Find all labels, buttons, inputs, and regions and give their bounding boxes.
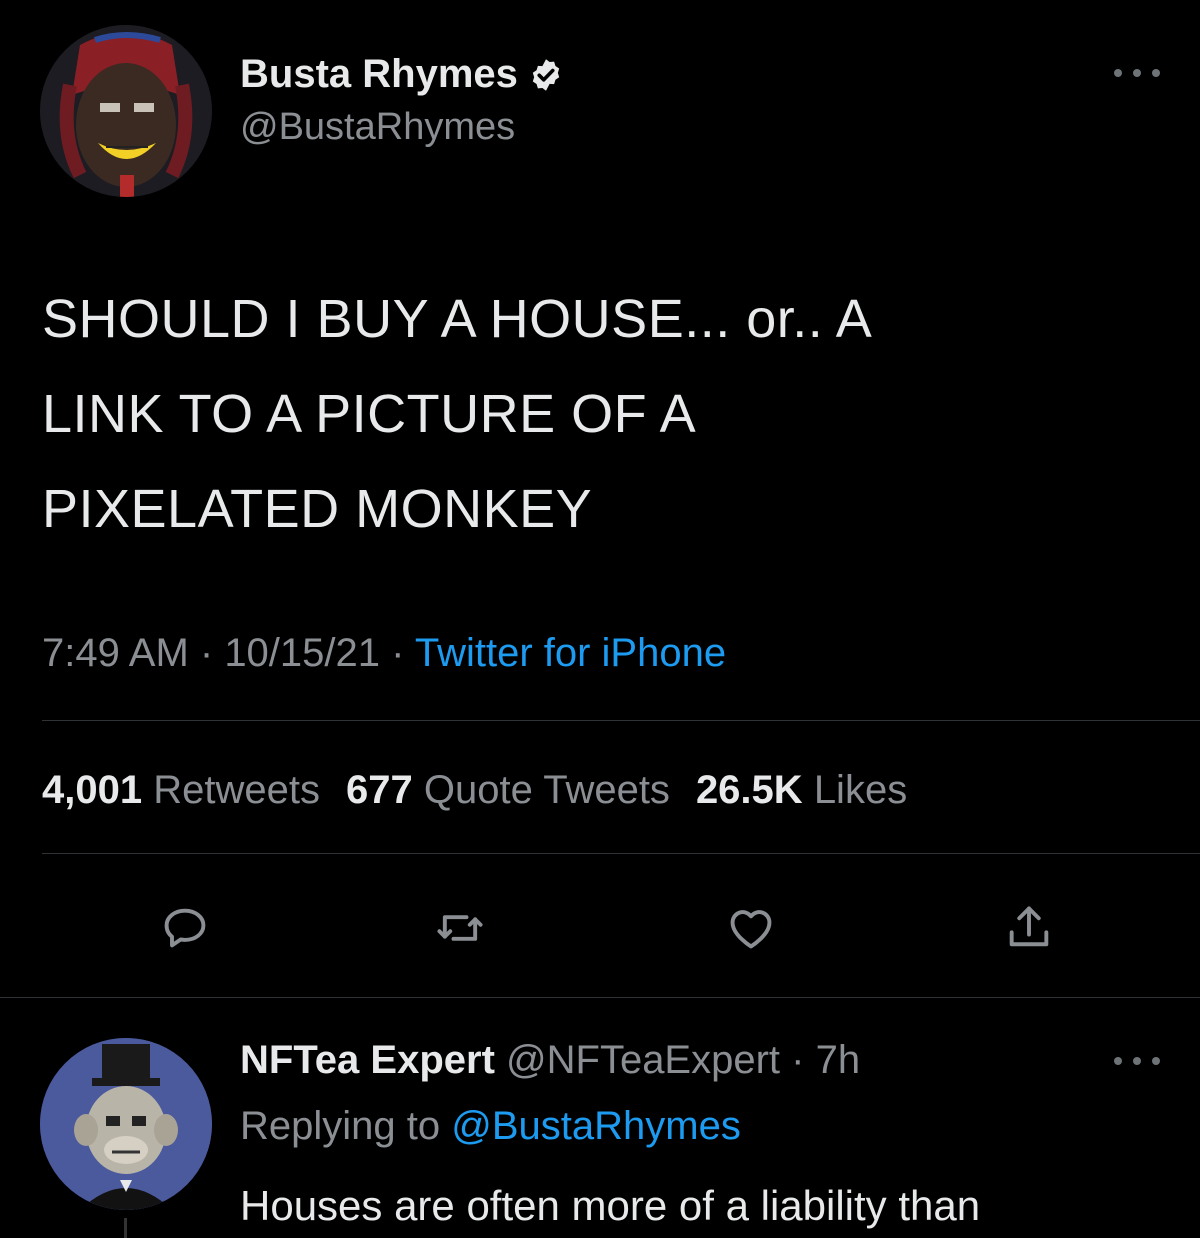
retweet-icon[interactable] bbox=[425, 893, 495, 963]
author-info: Busta Rhymes @BustaRhymes bbox=[240, 50, 564, 150]
reply-separator: · bbox=[780, 1038, 816, 1082]
thread-line bbox=[124, 1218, 127, 1238]
replying-to-mention[interactable]: @BustaRhymes bbox=[451, 1104, 741, 1148]
more-dot bbox=[1114, 1057, 1122, 1065]
reply-body: Houses are often more of a liability tha… bbox=[240, 1182, 981, 1229]
more-dot bbox=[1133, 1057, 1141, 1065]
tweet-date[interactable]: 10/15/21 bbox=[224, 631, 380, 675]
tweet-source-link[interactable]: Twitter for iPhone bbox=[415, 631, 726, 675]
avatar-illustration bbox=[40, 25, 212, 197]
main-tweet: Busta Rhymes @BustaRhymes SHOULD I BUY A… bbox=[0, 0, 1200, 1000]
likes-label: Likes bbox=[813, 768, 908, 812]
meta-separator: · bbox=[188, 631, 225, 675]
quote-tweets-count: 677 bbox=[345, 768, 413, 812]
likes-count: 26.5K bbox=[695, 768, 803, 812]
quote-tweets-stat[interactable]: 677 Quote Tweets bbox=[346, 768, 670, 812]
more-dot bbox=[1114, 69, 1122, 77]
more-dot bbox=[1152, 69, 1160, 77]
verified-badge-icon bbox=[528, 56, 564, 92]
reply-age[interactable]: 7h bbox=[816, 1038, 861, 1082]
reply-header: NFTea Expert @NFTeaExpert · 7h bbox=[240, 1034, 860, 1086]
heart-icon[interactable] bbox=[716, 893, 786, 963]
ape-avatar-illustration bbox=[40, 1038, 212, 1210]
more-icon[interactable] bbox=[1114, 66, 1160, 80]
retweets-count: 4,001 bbox=[42, 768, 143, 812]
tweet-body: SHOULD I BUY A HOUSE... or.. A LINK TO A… bbox=[42, 289, 873, 539]
likes-stat[interactable]: 26.5K Likes bbox=[696, 768, 907, 812]
tweet-metadata: 7:49 AM · 10/15/21 · Twitter for iPhone bbox=[42, 625, 726, 681]
more-icon[interactable] bbox=[1114, 1054, 1160, 1068]
retweets-label: Retweets bbox=[153, 768, 320, 812]
more-dot bbox=[1152, 1057, 1160, 1065]
retweets-stat[interactable]: 4,001 Retweets bbox=[42, 768, 320, 812]
meta-separator: · bbox=[380, 631, 415, 675]
reply-author-name[interactable]: NFTea Expert bbox=[240, 1038, 495, 1082]
share-icon[interactable] bbox=[994, 893, 1064, 963]
tweet-stats: 4,001 Retweets 677 Quote Tweets 26.5K Like… bbox=[42, 762, 907, 818]
reply-tweet[interactable]: NFTea Expert @NFTeaExpert · 7h Replying … bbox=[0, 998, 1200, 1238]
tweet-actions bbox=[0, 893, 1200, 963]
divider bbox=[42, 720, 1200, 721]
replying-prefix: Replying to bbox=[240, 1104, 452, 1148]
reply-icon[interactable] bbox=[150, 893, 220, 963]
more-dot bbox=[1133, 69, 1141, 77]
author-display-name[interactable]: Busta Rhymes bbox=[240, 50, 518, 98]
nftea-expert-avatar[interactable] bbox=[40, 1038, 212, 1210]
busta-rhymes-avatar[interactable] bbox=[40, 25, 212, 197]
tweet-time[interactable]: 7:49 AM bbox=[42, 631, 189, 675]
replying-to-line: Replying to @BustaRhymes bbox=[240, 1100, 741, 1152]
author-name-row[interactable]: Busta Rhymes bbox=[240, 50, 564, 98]
divider bbox=[42, 853, 1200, 854]
author-handle[interactable]: @BustaRhymes bbox=[240, 104, 564, 150]
quote-tweets-label: Quote Tweets bbox=[423, 768, 670, 812]
reply-author-handle[interactable]: @NFTeaExpert bbox=[506, 1038, 780, 1082]
